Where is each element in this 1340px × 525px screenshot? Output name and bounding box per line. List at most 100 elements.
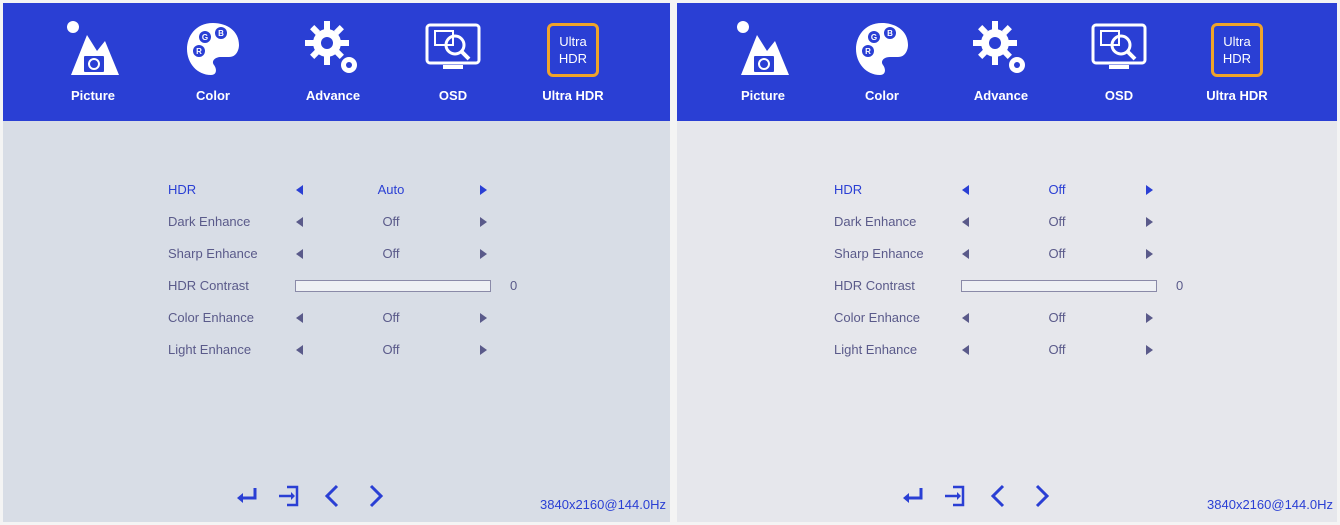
arrow-right-icon[interactable]	[1146, 185, 1153, 195]
chevron-right-icon[interactable]	[1027, 482, 1055, 510]
enter-icon[interactable]	[899, 482, 927, 510]
gear-icon	[973, 21, 1025, 73]
menu-row-color-enhance[interactable]: Color Enhance Off	[834, 307, 1174, 329]
arrow-right-icon[interactable]	[480, 217, 487, 227]
arrow-right-icon[interactable]	[1146, 249, 1153, 259]
ultra-hdr-icon-line1: Ultra	[559, 34, 587, 49]
tab-ultra-hdr[interactable]: Ultra HDR Ultra HDR	[523, 13, 623, 113]
svg-text:G: G	[202, 33, 208, 42]
picture-icon	[737, 21, 789, 75]
menu-row-sharp-enhance[interactable]: Sharp Enhance Off	[168, 243, 508, 265]
menu-row-hdr[interactable]: HDR Auto	[168, 179, 508, 201]
menu-value: Off	[382, 310, 400, 325]
tab-label: OSD	[438, 88, 468, 103]
tab-label: Color	[196, 88, 230, 103]
menu-label: HDR	[168, 182, 197, 197]
resolution-readout: 3840x2160@144.0Hz	[1207, 497, 1333, 512]
svg-text:B: B	[218, 29, 224, 38]
arrow-right-icon[interactable]	[480, 249, 487, 259]
tab-picture[interactable]: Picture	[43, 13, 143, 113]
arrow-right-icon[interactable]	[480, 345, 487, 355]
svg-text:B: B	[887, 29, 893, 38]
menu-value: Off	[382, 246, 400, 261]
ultra-hdr-icon-line1: Ultra	[1223, 34, 1251, 49]
menu-row-dark-enhance[interactable]: Dark Enhance Off	[168, 211, 508, 233]
arrow-left-icon[interactable]	[296, 313, 303, 323]
menu-value: Off	[1048, 310, 1066, 325]
arrow-left-icon[interactable]	[962, 345, 969, 355]
tab-ultra-hdr[interactable]: Ultra HDR Ultra HDR	[1187, 13, 1287, 113]
exit-icon[interactable]	[275, 482, 303, 510]
arrow-left-icon[interactable]	[296, 185, 303, 195]
tab-label: Ultra HDR	[542, 88, 604, 103]
menu-value: Off	[1048, 246, 1066, 261]
gear-icon	[305, 21, 357, 73]
tab-picture[interactable]: Picture	[713, 13, 813, 113]
menu-label: HDR Contrast	[834, 278, 915, 293]
palette-icon: G B R	[856, 23, 908, 75]
tab-label: Picture	[70, 88, 116, 103]
chevron-left-icon[interactable]	[319, 482, 347, 510]
menu-row-light-enhance[interactable]: Light Enhance Off	[168, 339, 508, 361]
exit-icon[interactable]	[941, 482, 969, 510]
arrow-right-icon[interactable]	[1146, 313, 1153, 323]
slider-value: 0	[510, 278, 518, 293]
svg-text:R: R	[196, 47, 202, 56]
osd-header: Picture G B R Color Advance OSD Ultra HD…	[3, 3, 670, 121]
menu-row-hdr-contrast[interactable]: HDR Contrast 0	[168, 275, 568, 297]
menu-label: Sharp Enhance	[168, 246, 258, 261]
menu-row-hdr-contrast[interactable]: HDR Contrast 0	[834, 275, 1234, 297]
chevron-left-icon[interactable]	[985, 482, 1013, 510]
menu-row-color-enhance[interactable]: Color Enhance Off	[168, 307, 508, 329]
menu-label: Color Enhance	[834, 310, 920, 325]
osd-header: Picture G B R Color Advance OSD Ultra HD…	[677, 3, 1337, 121]
menu-label: HDR	[834, 182, 863, 197]
arrow-left-icon[interactable]	[962, 249, 969, 259]
tab-osd[interactable]: OSD	[1069, 13, 1169, 113]
menu-label: Color Enhance	[168, 310, 254, 325]
menu-value: Off	[382, 342, 400, 357]
osd-footer: 3840x2160@144.0Hz	[677, 472, 1337, 522]
menu-value: Off	[1048, 342, 1066, 357]
svg-text:G: G	[871, 33, 877, 42]
menu-row-light-enhance[interactable]: Light Enhance Off	[834, 339, 1174, 361]
resolution-readout: 3840x2160@144.0Hz	[540, 497, 666, 512]
tab-advance[interactable]: Advance	[283, 13, 383, 113]
menu-row-hdr[interactable]: HDR Off	[834, 179, 1174, 201]
ultra-hdr-icon: Ultra HDR	[1211, 23, 1263, 77]
menu-label: Sharp Enhance	[834, 246, 924, 261]
arrow-right-icon[interactable]	[480, 313, 487, 323]
tab-label: Picture	[740, 88, 786, 103]
tab-color[interactable]: G B R Color	[832, 13, 932, 113]
arrow-right-icon[interactable]	[1146, 217, 1153, 227]
hdr-contrast-slider[interactable]	[961, 280, 1157, 292]
svg-text:R: R	[865, 47, 871, 56]
arrow-left-icon[interactable]	[962, 217, 969, 227]
arrow-left-icon[interactable]	[296, 345, 303, 355]
ultra-hdr-icon: Ultra HDR	[547, 23, 599, 77]
enter-icon[interactable]	[233, 482, 261, 510]
arrow-left-icon[interactable]	[296, 217, 303, 227]
palette-icon: G B R	[187, 23, 239, 75]
tab-osd[interactable]: OSD	[403, 13, 503, 113]
tab-color[interactable]: G B R Color	[163, 13, 263, 113]
arrow-right-icon[interactable]	[480, 185, 487, 195]
arrow-left-icon[interactable]	[296, 249, 303, 259]
menu-row-dark-enhance[interactable]: Dark Enhance Off	[834, 211, 1174, 233]
menu-value: Off	[1048, 182, 1066, 197]
tab-advance[interactable]: Advance	[951, 13, 1051, 113]
menu-row-sharp-enhance[interactable]: Sharp Enhance Off	[834, 243, 1174, 265]
arrow-right-icon[interactable]	[1146, 345, 1153, 355]
chevron-right-icon[interactable]	[361, 482, 389, 510]
hdr-contrast-slider[interactable]	[295, 280, 491, 292]
menu-value: Off	[382, 214, 400, 229]
tab-label: Color	[865, 88, 899, 103]
ultra-hdr-icon-line2: HDR	[1222, 51, 1252, 66]
tab-label: Advance	[305, 88, 361, 103]
arrow-left-icon[interactable]	[962, 185, 969, 195]
arrow-left-icon[interactable]	[962, 313, 969, 323]
slider-value: 0	[1176, 278, 1184, 293]
menu-value: Off	[1048, 214, 1066, 229]
menu-label: Light Enhance	[168, 342, 252, 357]
tab-label: Ultra HDR	[1206, 88, 1268, 103]
